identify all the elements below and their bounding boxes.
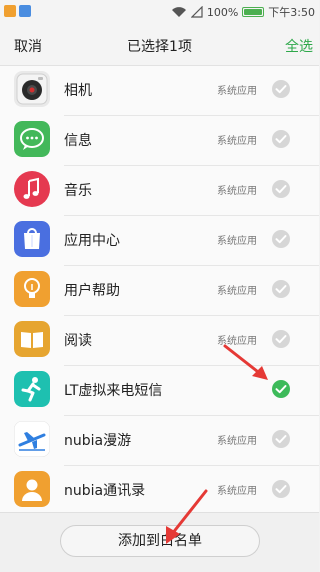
add-to-whitelist-button[interactable]: 添加到白名单 xyxy=(60,525,260,557)
selection-header: 取消 已选择1项 全选 xyxy=(0,24,319,66)
app-name: 信息 xyxy=(64,133,92,149)
check-icon[interactable] xyxy=(272,430,290,448)
list-item-selected[interactable]: LT虚拟来电短信 xyxy=(0,366,319,416)
message-icon xyxy=(14,121,50,157)
app-list: 相机 系统应用 信息 系统应用 音乐 系统应用 应用中心 系统应用 用户帮助 系… xyxy=(0,66,319,512)
music-icon xyxy=(14,171,50,207)
app-name: nubia通讯录 xyxy=(64,483,146,499)
app-type-tag: 系统应用 xyxy=(217,236,257,247)
app-name: LT虚拟来电短信 xyxy=(64,383,163,399)
list-item[interactable]: 信息 系统应用 xyxy=(0,116,319,166)
list-item[interactable]: nubia通讯录 系统应用 xyxy=(0,466,319,512)
notification-app-icon xyxy=(19,5,31,17)
book-icon xyxy=(14,321,50,357)
check-icon[interactable] xyxy=(272,230,290,248)
list-item[interactable]: 应用中心 系统应用 xyxy=(0,216,319,266)
battery-percent: 100% xyxy=(206,5,239,19)
check-icon[interactable] xyxy=(272,280,290,298)
check-icon[interactable] xyxy=(272,180,290,198)
app-name: 阅读 xyxy=(64,333,92,349)
contacts-icon xyxy=(14,471,50,507)
list-item[interactable]: 阅读 系统应用 xyxy=(0,316,319,366)
app-name: 用户帮助 xyxy=(64,283,120,299)
battery-icon xyxy=(242,7,265,17)
list-item[interactable]: 用户帮助 系统应用 xyxy=(0,266,319,316)
app-type-tag: 系统应用 xyxy=(217,186,257,197)
app-type-tag: 系统应用 xyxy=(217,486,257,497)
app-type-tag: 系统应用 xyxy=(217,86,257,97)
page-title: 已选择1项 xyxy=(127,39,192,55)
list-item[interactable]: 相机 系统应用 xyxy=(0,66,319,116)
check-icon[interactable] xyxy=(272,130,290,148)
select-all-button[interactable]: 全选 xyxy=(285,36,313,56)
wifi-icon xyxy=(171,7,186,17)
app-type-tag: 系统应用 xyxy=(217,436,257,447)
check-icon-selected[interactable] xyxy=(272,380,290,398)
check-icon[interactable] xyxy=(272,80,290,98)
help-bulb-icon xyxy=(14,271,50,307)
airplane-icon xyxy=(14,421,50,457)
status-indicators: 100% 下午3:50 xyxy=(171,4,315,20)
app-type-tag: 系统应用 xyxy=(217,136,257,147)
camera-icon xyxy=(14,71,50,107)
check-icon[interactable] xyxy=(272,480,290,498)
notification-app-icon xyxy=(4,5,16,17)
clock: 下午3:50 xyxy=(268,6,315,19)
app-type-tag: 系统应用 xyxy=(217,336,257,347)
footer-bar: 添加到白名单 xyxy=(0,512,319,572)
app-type-tag: 系统应用 xyxy=(217,286,257,297)
app-name: 相机 xyxy=(64,83,92,99)
list-item[interactable]: 音乐 系统应用 xyxy=(0,166,319,216)
list-item[interactable]: nubia漫游 系统应用 xyxy=(0,416,319,466)
app-name: 音乐 xyxy=(64,183,92,199)
running-man-icon xyxy=(14,371,50,407)
app-name: 应用中心 xyxy=(64,233,120,249)
signal-icon xyxy=(190,6,203,18)
app-name: nubia漫游 xyxy=(64,433,132,449)
check-icon[interactable] xyxy=(272,330,290,348)
notification-icons xyxy=(4,5,31,17)
status-bar: 100% 下午3:50 xyxy=(0,0,319,24)
app-center-icon xyxy=(14,221,50,257)
